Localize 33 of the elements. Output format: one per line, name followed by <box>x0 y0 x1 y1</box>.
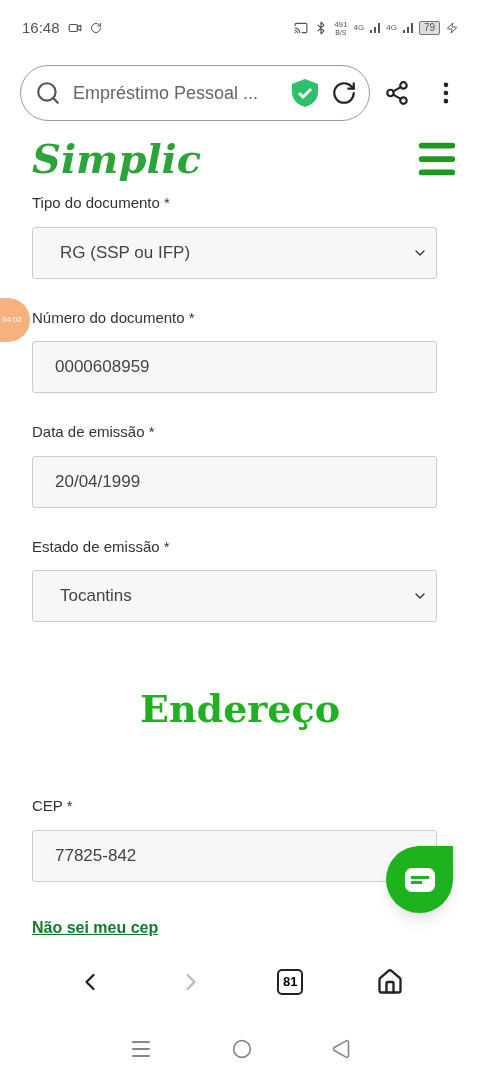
field-label: CEP * <box>32 796 74 816</box>
video-camera-icon <box>67 21 82 35</box>
signal-icon <box>402 23 413 33</box>
status-time: 16:48 <box>22 17 60 38</box>
field-label: Tipo do documento * <box>32 193 171 213</box>
field-label: Data de emissão * <box>32 422 156 442</box>
input-field[interactable]: 77825-842 <box>32 829 437 882</box>
url-text: Empréstimo Pessoal ... <box>73 81 260 105</box>
field-label: Número do documento * <box>32 307 196 328</box>
network-speed: 491 <box>334 20 348 29</box>
charging-icon <box>446 22 458 34</box>
sync-icon <box>89 22 102 34</box>
reload-icon[interactable] <box>331 80 358 106</box>
field-label: Estado de emissão * <box>32 536 171 557</box>
section-title: Endereço <box>139 685 341 733</box>
tabs-button[interactable]: 81 <box>277 969 304 995</box>
search-icon <box>35 80 61 106</box>
input-field[interactable]: 0000608959 <box>32 341 437 393</box>
home-nav-icon[interactable] <box>232 1039 252 1059</box>
battery-indicator: 79 <box>418 21 440 35</box>
network-type: 4G <box>353 22 365 34</box>
chat-button[interactable] <box>386 846 453 913</box>
back-nav-icon[interactable] <box>330 1039 351 1059</box>
cast-icon <box>294 21 309 35</box>
select-field[interactable]: Tocantins <box>32 570 437 622</box>
home-icon[interactable] <box>375 968 404 996</box>
input-field[interactable]: 20/04/1999 <box>32 455 437 508</box>
signal-icon <box>370 23 381 33</box>
share-icon[interactable] <box>384 80 411 106</box>
network-type: 4G <box>386 22 397 34</box>
chat-icon <box>404 867 435 892</box>
link[interactable]: Não sei meu cep <box>32 915 159 940</box>
select-field[interactable]: RG (SSP ou IFP) <box>32 226 437 279</box>
